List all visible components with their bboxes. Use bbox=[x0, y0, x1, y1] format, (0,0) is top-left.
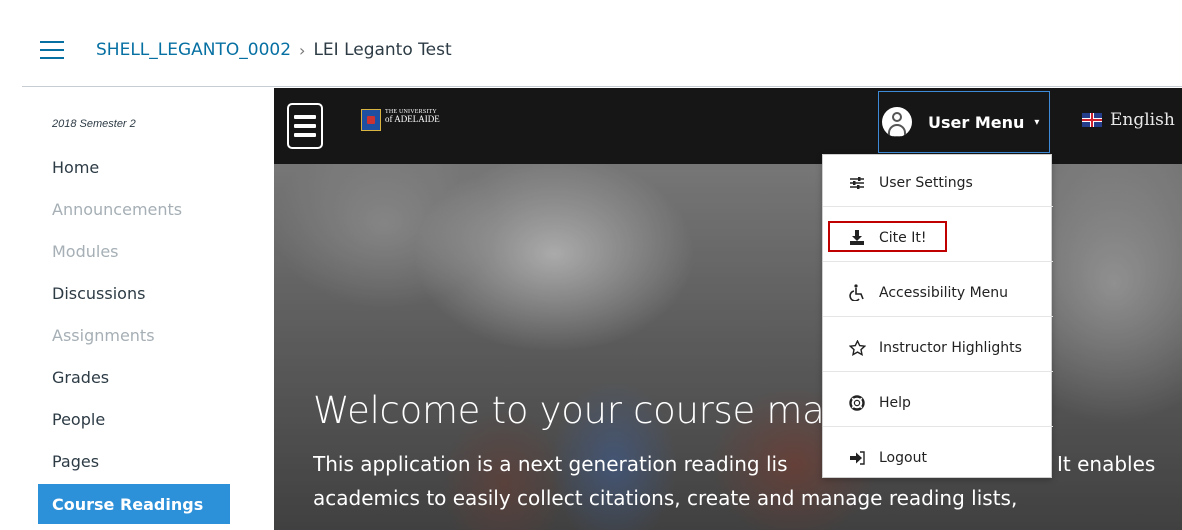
menu-divider bbox=[823, 261, 1053, 262]
logo-line2: of ADELAIDE bbox=[385, 114, 440, 124]
user-menu-dropdown: User Settings Cite It! Accessibility Men… bbox=[822, 154, 1053, 478]
menu-line bbox=[294, 115, 316, 119]
university-logo[interactable]: THE UNIVERSITY of ADELAIDE bbox=[361, 109, 440, 131]
nav-item-assignments: Assignments bbox=[52, 325, 155, 345]
leganto-top-bar: THE UNIVERSITY of ADELAIDE User Menu ▾ E… bbox=[274, 88, 1182, 164]
nav-item-home[interactable]: Home bbox=[38, 146, 238, 188]
hamburger-line bbox=[40, 57, 64, 59]
uk-flag-icon bbox=[1082, 113, 1102, 127]
menu-item-instructor-highlights[interactable]: Instructor Highlights bbox=[823, 320, 1053, 375]
term-label: 2018 Semester 2 bbox=[52, 118, 136, 130]
menu-divider bbox=[823, 426, 1053, 427]
language-selector[interactable]: English bbox=[1082, 110, 1175, 130]
nav-item-pages[interactable]: Pages bbox=[38, 440, 238, 482]
menu-item-label: Accessibility Menu bbox=[879, 284, 1009, 301]
nav-item-modules: Modules bbox=[52, 241, 119, 261]
header-divider bbox=[22, 86, 1182, 87]
hamburger-line bbox=[40, 49, 64, 51]
menu-item-user-settings[interactable]: User Settings bbox=[823, 155, 1053, 210]
menu-item-label: Logout bbox=[879, 449, 927, 466]
user-menu-button[interactable]: User Menu ▾ bbox=[878, 91, 1050, 153]
desc-line1-left: This application is a next generation re… bbox=[313, 452, 788, 476]
nav-item-discussions[interactable]: Discussions bbox=[38, 272, 238, 314]
canvas-header: SHELL_LEGANTO_0002 › LEI Leganto Test bbox=[0, 24, 1182, 76]
desc-line1-right: It enables bbox=[1057, 452, 1156, 476]
nav-item-grades[interactable]: Grades bbox=[38, 356, 238, 398]
menu-item-help[interactable]: Help bbox=[823, 375, 1053, 430]
menu-item-label: Help bbox=[879, 394, 911, 411]
menu-item-label: User Settings bbox=[879, 174, 973, 191]
breadcrumb-separator: › bbox=[299, 40, 306, 60]
accessibility-icon bbox=[847, 284, 867, 301]
language-label: English bbox=[1110, 110, 1175, 130]
main-menu-button[interactable] bbox=[287, 103, 323, 149]
star-icon bbox=[847, 339, 867, 356]
nav-item-people[interactable]: People bbox=[38, 398, 238, 440]
crest-icon bbox=[361, 109, 381, 131]
menu-divider bbox=[823, 371, 1053, 372]
menu-line bbox=[294, 133, 316, 137]
breadcrumb-current: LEI Leganto Test bbox=[313, 40, 452, 60]
logout-icon bbox=[847, 450, 867, 465]
menu-divider bbox=[823, 316, 1053, 317]
menu-item-accessibility[interactable]: Accessibility Menu bbox=[823, 265, 1053, 320]
lifebuoy-icon bbox=[847, 394, 867, 411]
user-menu-label: User Menu bbox=[928, 112, 1025, 132]
menu-divider bbox=[823, 206, 1053, 207]
menu-line bbox=[294, 124, 316, 128]
breadcrumb-course-link[interactable]: SHELL_LEGANTO_0002 bbox=[96, 40, 291, 60]
menu-item-label: Instructor Highlights bbox=[879, 339, 1022, 356]
nav-item-course-readings[interactable]: Course Readings bbox=[38, 484, 230, 524]
user-avatar-icon bbox=[882, 107, 912, 137]
hamburger-line bbox=[40, 41, 64, 43]
nav-item-announcements: Announcements bbox=[52, 199, 183, 219]
sliders-icon bbox=[847, 176, 867, 190]
cropped-top-text bbox=[0, 0, 1182, 12]
welcome-heading: Welcome to your course mat bbox=[313, 389, 839, 432]
highlight-box bbox=[828, 221, 947, 252]
course-navigation: 2018 Semester 2 Home Announcements Modul… bbox=[38, 104, 238, 524]
caret-down-icon: ▾ bbox=[1034, 116, 1040, 128]
course-menu-toggle[interactable] bbox=[40, 41, 64, 59]
desc-line2: academics to easily collect citations, c… bbox=[313, 486, 1018, 510]
menu-item-logout[interactable]: Logout bbox=[823, 430, 1053, 485]
